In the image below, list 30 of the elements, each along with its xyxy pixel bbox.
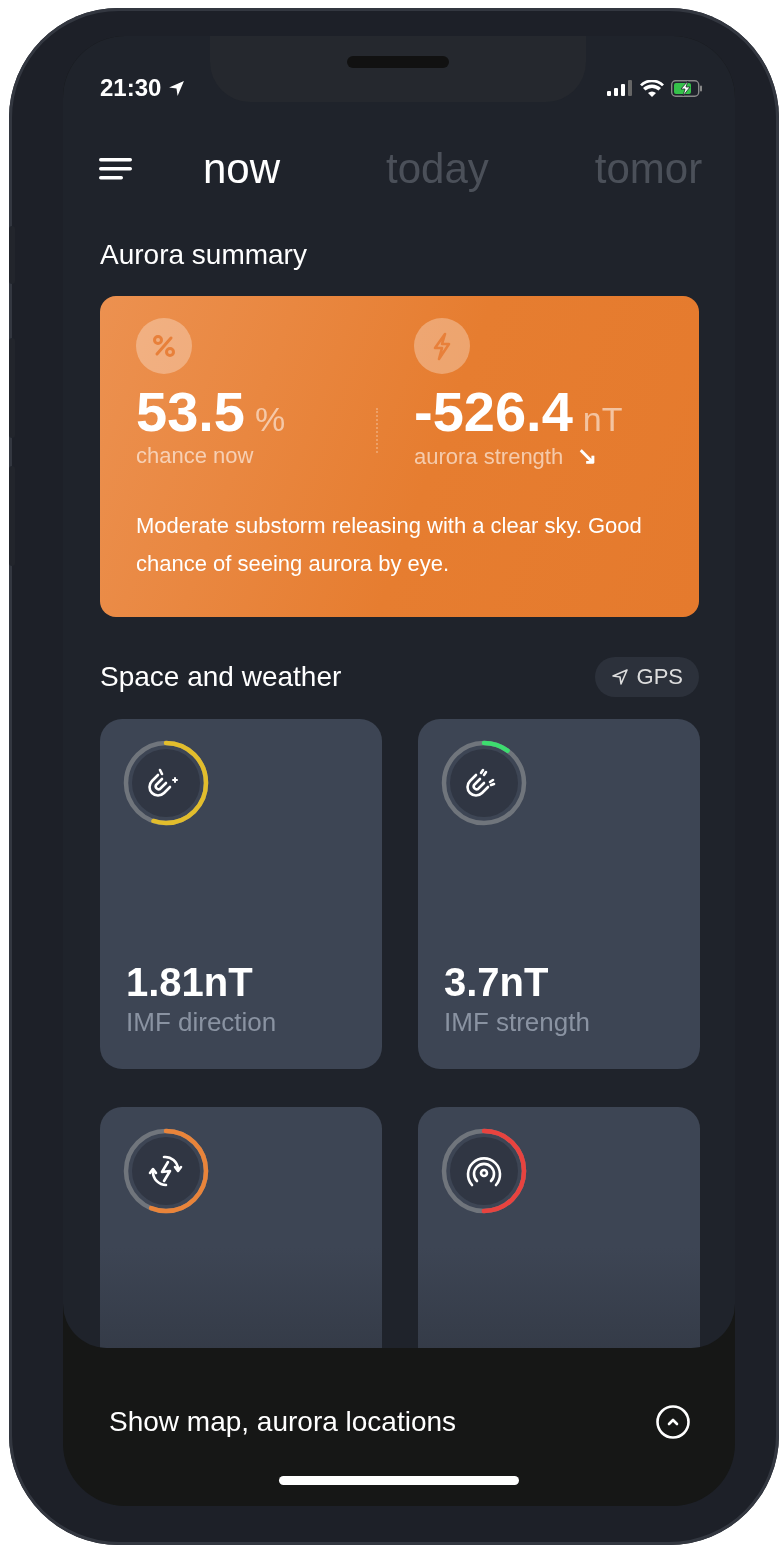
menu-icon[interactable]	[99, 157, 133, 181]
chance-label: chance now	[136, 442, 255, 470]
status-time: 21:30	[100, 76, 162, 100]
section-title: Aurora summary	[100, 238, 308, 272]
trend-arrow: ↘	[577, 442, 598, 470]
map-link: Show map, aurora locations	[109, 1406, 457, 1438]
summary-description: Moderate substorm releasing with a clear sky. Good chance of seeing aurora by eye.	[136, 512, 643, 578]
strength-value: -526.4	[414, 382, 573, 442]
chance-value: 53.5	[136, 382, 245, 442]
gps-button[interactable]: GPS	[594, 657, 699, 697]
tab[interactable]: now	[203, 144, 281, 194]
strength-unit: nT	[582, 400, 623, 439]
signal-icon	[607, 80, 633, 96]
metric-card[interactable]: 1.81nT IMF direction	[100, 719, 382, 1069]
section-title: Space and weather	[100, 660, 342, 694]
lightning-icon	[414, 318, 470, 374]
chevron-up-icon[interactable]	[655, 1404, 691, 1440]
chance-unit: %	[255, 400, 286, 439]
battery-charging-icon	[671, 80, 703, 97]
location-arrow-icon	[610, 668, 629, 686]
metric-label: IMF strength	[444, 1006, 591, 1039]
strength-label: aurora strength	[414, 443, 564, 471]
wifi-icon	[640, 80, 664, 97]
bottom-sheet[interactable]: Show map, aurora locations	[63, 1348, 735, 1506]
location-arrow-icon	[168, 80, 186, 97]
metric-value: 3.7nT	[444, 959, 550, 1005]
metric-label: IMF direction	[126, 1006, 278, 1039]
metric-value: 1.81nT	[126, 959, 254, 1005]
metric-card[interactable]: 3.7nT IMF strength	[418, 719, 700, 1069]
percent-icon	[136, 318, 192, 374]
